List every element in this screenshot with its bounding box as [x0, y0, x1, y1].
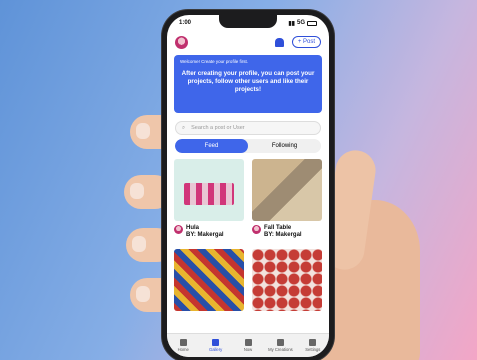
post-author: BY: Makergal — [264, 232, 302, 238]
plus-icon — [244, 339, 252, 346]
notch — [219, 15, 277, 28]
feed-toggle: Feed Following — [175, 139, 321, 153]
post-button[interactable]: + Post — [291, 36, 321, 48]
author-avatar — [252, 225, 261, 234]
tab-now[interactable]: Now — [232, 334, 264, 357]
status-right: ▮▮ 5G — [288, 20, 317, 27]
post-image[interactable] — [174, 249, 244, 311]
post-meta: Hula BY: Makergal — [174, 225, 244, 243]
post-title: Hula — [186, 225, 200, 231]
tab-my-creations[interactable]: My Creations — [264, 334, 296, 357]
post-card[interactable] — [174, 249, 244, 311]
tab-label: Settings — [305, 347, 321, 352]
tab-following[interactable]: Following — [248, 139, 321, 153]
tab-label: My Creations — [268, 347, 293, 352]
search-input[interactable]: ⌕ Search a post or User — [175, 121, 321, 135]
tab-label: Now — [243, 347, 253, 352]
tab-feed[interactable]: Feed — [175, 139, 248, 153]
post-title: Fall Table — [264, 225, 292, 231]
post-grid: Hula BY: Makergal Fall Table BY: Makerga… — [167, 159, 329, 311]
search-icon: ⌕ — [182, 124, 186, 131]
post-card[interactable]: Fall Table BY: Makergal — [252, 159, 322, 243]
post-image[interactable] — [174, 159, 244, 221]
post-meta: Fall Table BY: Makergal — [252, 225, 322, 243]
welcome-banner: Welcome! Create your profile first. Afte… — [174, 55, 322, 113]
tab-gallery[interactable]: Gallery — [199, 334, 231, 357]
post-image[interactable] — [252, 249, 322, 311]
battery-icon — [307, 20, 317, 26]
bottom-tab-bar: Home Gallery Now My Creations Settings — [167, 333, 329, 357]
search-placeholder: Search a post or User — [191, 125, 245, 131]
post-image[interactable] — [252, 159, 322, 221]
tab-label: Gallery — [208, 347, 223, 352]
settings-icon — [309, 339, 317, 346]
post-card[interactable] — [252, 249, 322, 311]
banner-message: After creating your profile, you can pos… — [181, 70, 315, 93]
network-label: 5G — [296, 20, 305, 26]
tab-label: Home — [177, 347, 189, 352]
app-bar: + Post — [167, 31, 329, 53]
app-bar-actions: + Post — [274, 36, 321, 48]
signal-icon: ▮▮ — [288, 20, 295, 27]
home-icon — [179, 339, 187, 346]
post-card[interactable]: Hula BY: Makergal — [174, 159, 244, 243]
post-author: BY: Makergal — [186, 232, 224, 238]
bell-icon[interactable] — [274, 37, 284, 47]
gallery-icon — [212, 339, 220, 346]
status-time: 1:00 — [179, 20, 192, 26]
author-avatar — [174, 225, 183, 234]
tab-settings[interactable]: Settings — [297, 334, 329, 357]
avatar[interactable] — [175, 35, 188, 49]
creations-icon — [276, 339, 284, 346]
banner-subtitle: Welcome! Create your profile first. — [180, 59, 248, 64]
phone-screen: 1:00 ▮▮ 5G + Post Welcome! Create your p… — [167, 15, 329, 357]
phone: 1:00 ▮▮ 5G + Post Welcome! Create your p… — [162, 10, 334, 360]
tab-home[interactable]: Home — [167, 334, 199, 357]
